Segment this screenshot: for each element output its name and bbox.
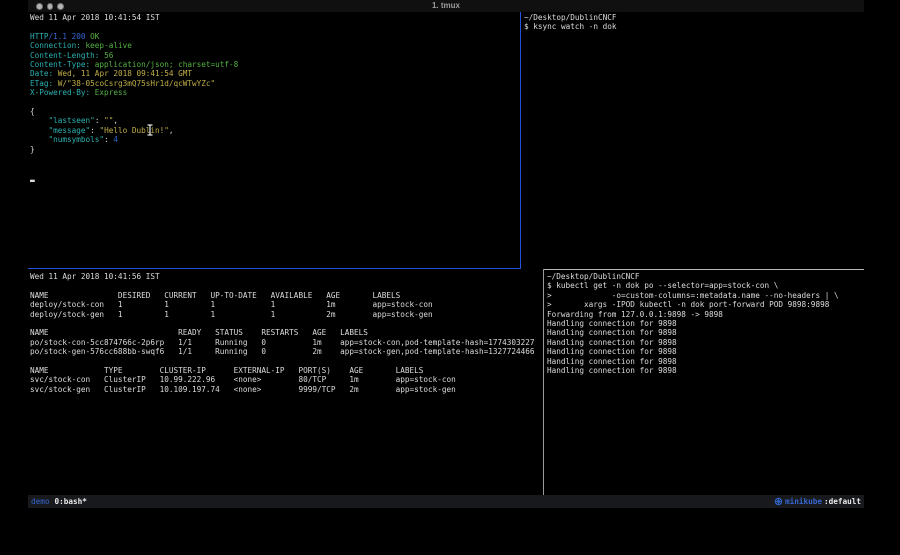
terminal-line: Handling connection for 9898 [547,338,862,347]
terminal-line: Handling connection for 9898 [547,366,862,375]
terminal-window[interactable]: 1. tmux Wed 11 Apr 2018 10:41:54 IST HTT… [28,0,864,510]
terminal-line: Handling connection for 9898 [547,319,862,328]
terminal-line: > xargs -IPOD kubectl -n dok port-forwar… [547,300,862,309]
window-titlebar[interactable]: 1. tmux [28,0,864,12]
terminal-line: $ kubectl get -n dok po --selector=app=s… [547,281,862,290]
session-name: demo [31,495,50,508]
terminal-line: "lastseen": "", [30,116,518,125]
window-title: 1. tmux [28,0,864,12]
traffic-lights [36,3,64,10]
terminal-line: deploy/stock-con 1 1 1 1 1m app=stock-co… [30,300,542,309]
terminal-line [30,357,542,366]
pane-border-vertical[interactable] [543,269,544,495]
status-right: minikube:default [774,495,861,508]
terminal-line: po/stock-con-5cc874766c-2p6rp 1/1 Runnin… [30,338,542,347]
terminal-line: "numsymbols": 4 [30,135,518,144]
pane-http-response[interactable]: Wed 11 Apr 2018 10:41:54 IST HTTP/1.1 20… [30,13,518,267]
terminal-line: svc/stock-gen ClusterIP 10.109.197.74 <n… [30,385,542,394]
terminal-line: NAME DESIRED CURRENT UP-TO-DATE AVAILABL… [30,291,542,300]
desktop: 1. tmux Wed 11 Apr 2018 10:41:54 IST HTT… [0,0,900,555]
pane-kubectl-resources[interactable]: Wed 11 Apr 2018 10:41:56 IST NAME DESIRE… [30,272,542,494]
terminal-line: $ ksync watch -n dok [524,22,862,31]
kube-context: minikube [785,495,822,508]
terminal-line: Handling connection for 9898 [547,328,862,337]
terminal-line: deploy/stock-gen 1 1 1 1 2m app=stock-ge… [30,310,542,319]
tmux-status-bar: demo 0:bash* minikube:defau [28,495,864,508]
terminal-line [30,154,518,163]
terminal-line: Wed 11 Apr 2018 10:41:54 IST [30,13,518,22]
terminal-line [30,281,542,290]
terminal-line: { [30,107,518,116]
terminal-line: "message": "Hello Dublin!", [30,126,518,135]
terminal-line: } [30,145,518,154]
mouse-text-cursor [146,121,154,133]
terminal-line: HTTP/1.1 200 OK [30,32,518,41]
terminal-line: ETag: W/"38-05coCsrg3mQ75sHr1d/qcWTwYZc" [30,79,518,88]
terminal-line: ▂ [30,173,518,182]
terminal-line [30,319,542,328]
pane-border-horizontal[interactable] [543,269,864,270]
terminal-line: NAME READY STATUS RESTARTS AGE LABELS [30,328,542,337]
terminal-line: Forwarding from 127.0.0.1:9898 -> 9898 [547,310,862,319]
zoom-button[interactable] [57,3,64,10]
terminal-line: Wed 11 Apr 2018 10:41:56 IST [30,272,542,281]
pane-ksync-watch[interactable]: ~/Desktop/DublinCNCF$ ksync watch -n dok [524,13,862,267]
kubernetes-icon [774,497,783,506]
terminal-line: ~/Desktop/DublinCNCF [547,272,862,281]
terminal-line [30,98,518,107]
terminal-line: X-Powered-By: Express [30,88,518,97]
terminal-line: > -o=custom-columns=:metadata.name --no-… [547,291,862,300]
kube-namespace: :default [824,495,861,508]
terminal-line: NAME TYPE CLUSTER-IP EXTERNAL-IP PORT(S)… [30,366,542,375]
terminal-line: Content-Type: application/json; charset=… [30,60,518,69]
close-button[interactable] [36,3,43,10]
pane-port-forward[interactable]: ~/Desktop/DublinCNCF$ kubectl get -n dok… [547,272,862,494]
terminal-line: ~/Desktop/DublinCNCF [524,13,862,22]
active-pane-border-vertical[interactable] [520,12,521,269]
minimize-button[interactable] [47,3,54,10]
terminal-line [30,22,518,31]
window-tab-active[interactable]: 0:bash* [55,495,87,508]
terminal-line: Date: Wed, 11 Apr 2018 09:41:54 GMT [30,69,518,78]
terminal-line: svc/stock-con ClusterIP 10.99.222.96 <no… [30,375,542,384]
terminal-line: Handling connection for 9898 [547,347,862,356]
terminal-line: Handling connection for 9898 [547,357,862,366]
terminal-line [30,164,518,173]
terminal-line: po/stock-gen-576cc688bb-swqf6 1/1 Runnin… [30,347,542,356]
terminal-line: Connection: keep-alive [30,41,518,50]
active-pane-border-horizontal[interactable] [28,268,521,269]
terminal-line: Content-Length: 56 [30,51,518,60]
